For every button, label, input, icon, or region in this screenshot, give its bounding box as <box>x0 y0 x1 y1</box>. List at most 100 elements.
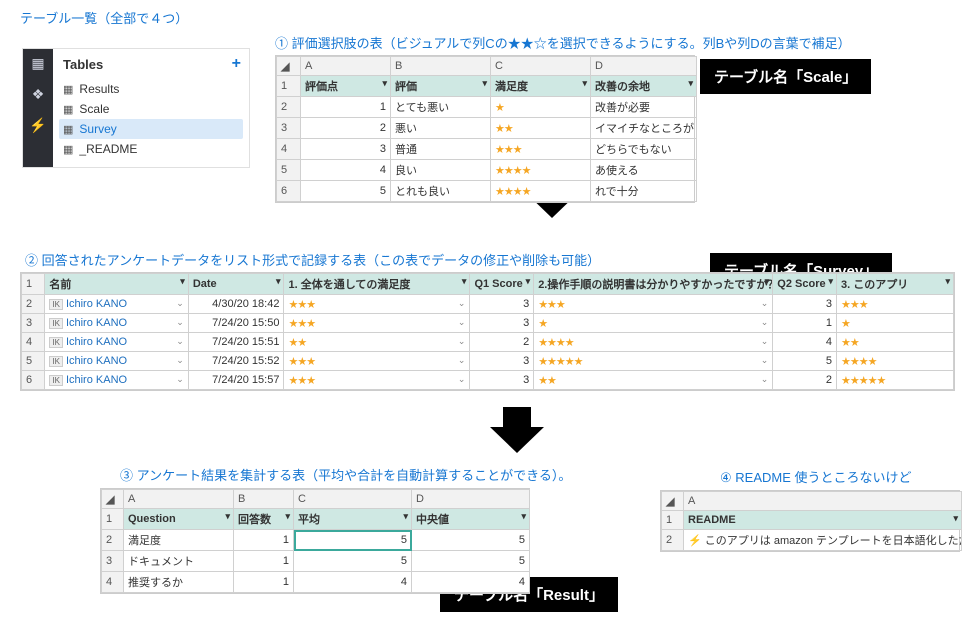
field-header[interactable]: 1. 全体を通しての満足度 <box>284 274 470 295</box>
cell[interactable]: 4 <box>301 160 391 181</box>
col-header[interactable]: A <box>124 490 234 509</box>
cell[interactable]: ★ <box>837 314 954 333</box>
cell[interactable]: 7/24/20 15:51 <box>188 333 284 352</box>
chevron-down-icon[interactable]: ⌄ <box>761 298 769 309</box>
field-header[interactable]: 3. このアプリ <box>837 274 954 295</box>
cell[interactable]: ★★★★★ <box>837 371 954 390</box>
cell[interactable]: 1 <box>301 97 391 118</box>
col-header[interactable]: A <box>301 57 391 76</box>
cell[interactable]: 5 <box>301 181 391 202</box>
field-header[interactable]: 平均 <box>294 509 412 530</box>
cell[interactable]: 1 <box>773 314 837 333</box>
row-header[interactable]: 1 <box>22 274 45 295</box>
table-item-readme[interactable]: ▦ _README <box>59 139 243 159</box>
cell[interactable]: 7/24/20 15:52 <box>188 352 284 371</box>
row-header[interactable]: 6 <box>22 371 45 390</box>
cell[interactable]: ドキュメント <box>124 551 234 572</box>
field-header[interactable]: 評価 <box>391 76 491 97</box>
table-item-scale[interactable]: ▦ Scale <box>59 99 243 119</box>
cell[interactable]: ★★★★★⌄ <box>534 352 773 371</box>
chevron-down-icon[interactable]: ⌄ <box>761 317 769 328</box>
cell[interactable]: ★⌄ <box>534 314 773 333</box>
corner-cell[interactable]: ◢ <box>662 492 684 511</box>
field-header[interactable]: 中央値 <box>412 509 530 530</box>
bolt-icon[interactable]: ⚡ <box>29 117 46 134</box>
cell[interactable]: ★★★★⌄ <box>534 333 773 352</box>
cell[interactable]: 4 <box>412 572 530 593</box>
cell[interactable]: 3 <box>470 371 534 390</box>
field-header[interactable]: Question <box>124 509 234 530</box>
cell[interactable]: ★★★★ <box>837 352 954 371</box>
cell[interactable]: 3 <box>301 139 391 160</box>
cell[interactable]: ★★★⌄ <box>534 295 773 314</box>
row-header[interactable]: 1 <box>662 511 684 530</box>
cell[interactable]: 2 <box>301 118 391 139</box>
cell[interactable]: 5 <box>412 551 530 572</box>
cell[interactable]: 3 <box>470 314 534 333</box>
cell[interactable]: ★★⌄ <box>534 371 773 390</box>
chevron-down-icon[interactable]: ⌄ <box>176 336 184 347</box>
row-header[interactable]: 2 <box>22 295 45 314</box>
field-header[interactable]: 回答数 <box>234 509 294 530</box>
cell[interactable]: IKIchiro KANO⌄ <box>45 333 188 352</box>
cell[interactable]: 4/30/20 18:42 <box>188 295 284 314</box>
cell[interactable]: イマイチなところが <box>591 118 697 139</box>
row-header[interactable]: 2 <box>102 530 124 551</box>
chevron-down-icon[interactable]: ⌄ <box>458 336 466 347</box>
cell[interactable]: とても悪い <box>391 97 491 118</box>
field-header[interactable]: 2.操作手順の説明書は分かりやすかったですか？ <box>534 274 773 295</box>
row-header[interactable]: 2 <box>277 97 301 118</box>
cell[interactable]: ★★ <box>837 333 954 352</box>
add-table-button[interactable]: + <box>232 55 241 73</box>
row-header[interactable]: 3 <box>102 551 124 572</box>
cell[interactable]: ★★★★ <box>491 181 591 202</box>
chevron-down-icon[interactable]: ⌄ <box>458 374 466 385</box>
cell[interactable]: 1 <box>234 572 294 593</box>
col-header[interactable]: D <box>591 57 697 76</box>
grid-icon[interactable]: ▦ <box>31 55 44 72</box>
cell[interactable]: IKIchiro KANO⌄ <box>45 371 188 390</box>
cell[interactable]: IKIchiro KANO⌄ <box>45 314 188 333</box>
row-header[interactable]: 5 <box>22 352 45 371</box>
cell[interactable]: ★★★⌄ <box>284 295 470 314</box>
table-item-results[interactable]: ▦ Results <box>59 79 243 99</box>
col-header[interactable]: D <box>412 490 530 509</box>
chevron-down-icon[interactable]: ⌄ <box>458 298 466 309</box>
cell[interactable]: 2 <box>470 333 534 352</box>
cell[interactable]: 悪い <box>391 118 491 139</box>
layers-icon[interactable]: ❖ <box>32 86 45 103</box>
cell[interactable]: 7/24/20 15:50 <box>188 314 284 333</box>
row-header[interactable]: 4 <box>102 572 124 593</box>
field-header[interactable]: 満足度 <box>491 76 591 97</box>
row-header[interactable]: 6 <box>277 181 301 202</box>
cell[interactable]: れで十分 <box>591 181 697 202</box>
cell[interactable]: 3 <box>773 295 837 314</box>
cell[interactable]: 1 <box>234 530 294 551</box>
cell[interactable]: IKIchiro KANO⌄ <box>45 352 188 371</box>
corner-cell[interactable]: ◢ <box>277 57 301 76</box>
chevron-down-icon[interactable]: ⌄ <box>176 374 184 385</box>
corner-cell[interactable]: ◢ <box>102 490 124 509</box>
cell[interactable]: 7/24/20 15:57 <box>188 371 284 390</box>
cell[interactable]: ★ <box>491 97 591 118</box>
cell[interactable]: 満足度 <box>124 530 234 551</box>
col-header[interactable]: C <box>491 57 591 76</box>
field-header[interactable]: README <box>684 511 962 530</box>
chevron-down-icon[interactable]: ⌄ <box>458 317 466 328</box>
cell[interactable]: 改善が必要 <box>591 97 697 118</box>
cell[interactable]: ★★★ <box>491 139 591 160</box>
cell[interactable]: 良い <box>391 160 491 181</box>
cell[interactable]: 3 <box>470 352 534 371</box>
row-header[interactable]: 5 <box>277 160 301 181</box>
cell[interactable]: ★★★⌄ <box>284 371 470 390</box>
cell[interactable]: 2 <box>773 371 837 390</box>
cell[interactable]: ★★★⌄ <box>284 352 470 371</box>
row-header[interactable]: 4 <box>277 139 301 160</box>
cell[interactable]: 5 <box>773 352 837 371</box>
cell[interactable]: ⚡ このアプリは amazon テンプレートを日本語化しただけです。 <box>684 530 962 551</box>
cell[interactable]: ★★★ <box>837 295 954 314</box>
field-header[interactable]: 改善の余地 <box>591 76 697 97</box>
cell[interactable]: 5 <box>294 530 412 551</box>
cell[interactable]: ★★ <box>491 118 591 139</box>
cell[interactable]: 推奨するか <box>124 572 234 593</box>
